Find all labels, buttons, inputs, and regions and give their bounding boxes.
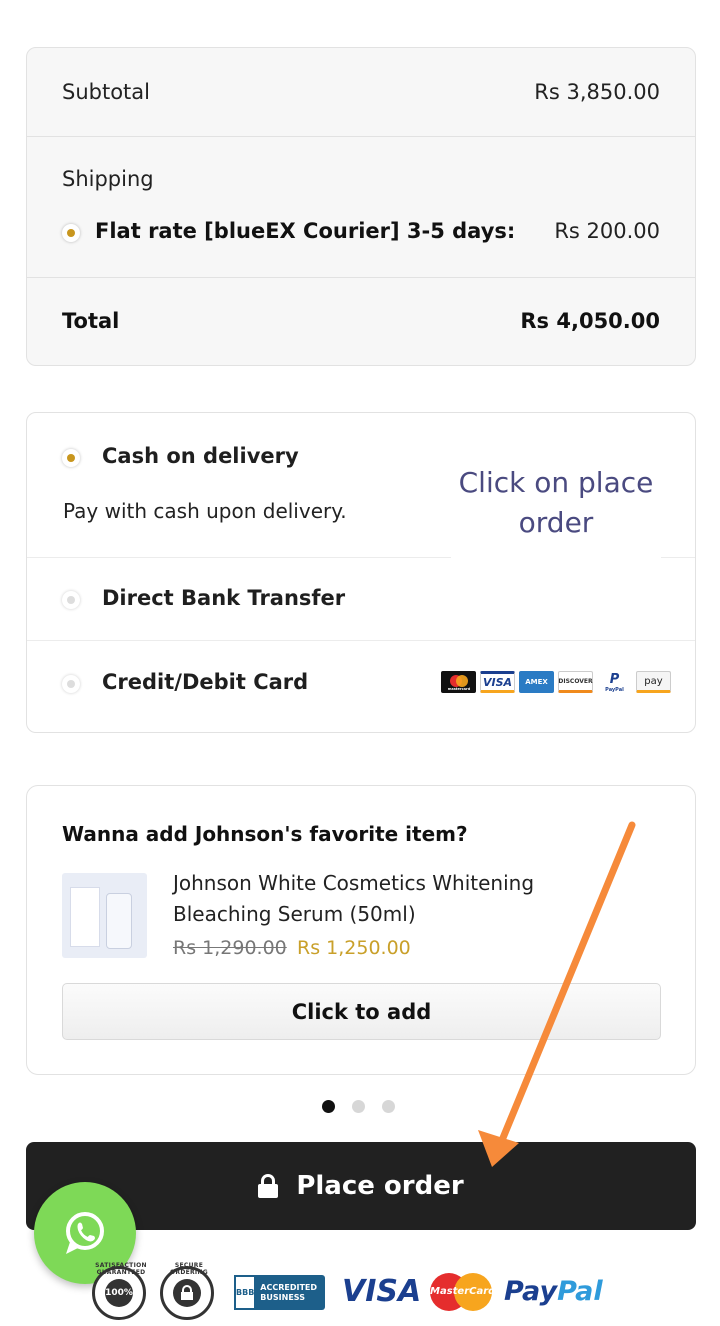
payment-option-card[interactable]: Credit/Debit Card bbox=[102, 670, 308, 694]
bbb-badge: BBB ACCREDITED BUSINESS bbox=[234, 1275, 325, 1310]
payment-option-bank-transfer[interactable]: Direct Bank Transfer bbox=[102, 586, 345, 610]
subtotal-label: Subtotal bbox=[62, 80, 150, 104]
lock-icon bbox=[173, 1279, 201, 1307]
shipping-radio[interactable] bbox=[62, 224, 80, 242]
product-name[interactable]: Johnson White Cosmetics Whitening Bleach… bbox=[173, 868, 613, 930]
place-order-label: Place order bbox=[296, 1171, 464, 1201]
carousel-dot[interactable] bbox=[382, 1100, 395, 1113]
visa-icon: VISA bbox=[480, 671, 515, 693]
click-to-add-button[interactable]: Click to add bbox=[62, 983, 661, 1040]
subtotal-row: Subtotal Rs 3,850.00 bbox=[27, 48, 695, 137]
cod-description: Pay with cash upon delivery. bbox=[63, 499, 347, 523]
paypal-logo: PayPal bbox=[504, 1276, 603, 1307]
mastercard-icon: mastercard bbox=[441, 671, 476, 693]
product-image bbox=[62, 873, 147, 958]
carousel-dot[interactable] bbox=[352, 1100, 365, 1113]
subtotal-value: Rs 3,850.00 bbox=[534, 80, 660, 104]
upsell-title: Wanna add Johnson's favorite item? bbox=[62, 822, 468, 846]
svg-text:mastercard: mastercard bbox=[447, 687, 470, 691]
amex-icon: AMEX bbox=[519, 671, 554, 693]
shipping-label: Shipping bbox=[62, 167, 154, 191]
card-radio[interactable] bbox=[62, 675, 80, 693]
satisfaction-badge-text: SATISFACTION GUARANTEED bbox=[95, 1262, 147, 1276]
lock-icon bbox=[258, 1174, 279, 1198]
carousel-dot[interactable] bbox=[322, 1100, 335, 1113]
product-old-price: Rs 1,290.00 bbox=[173, 937, 287, 959]
card-icons: mastercard VISA AMEX DISCOVER P PayPal pa… bbox=[441, 671, 671, 695]
amazon-pay-icon: pay bbox=[636, 671, 671, 693]
divider bbox=[27, 640, 695, 641]
upsell-panel: Wanna add Johnson's favorite item? Johns… bbox=[26, 785, 696, 1075]
bank-transfer-radio[interactable] bbox=[62, 591, 80, 609]
carousel-dots bbox=[322, 1100, 395, 1113]
total-row: Total Rs 4,050.00 bbox=[27, 278, 695, 366]
shipping-value: Rs 200.00 bbox=[554, 219, 660, 243]
payment-option-cod[interactable]: Cash on delivery bbox=[102, 444, 299, 468]
total-value: Rs 4,050.00 bbox=[520, 309, 660, 333]
trust-badges: 100% SATISFACTION GUARANTEED SECURE ORDE… bbox=[92, 1262, 652, 1322]
order-totals-panel: Subtotal Rs 3,850.00 Shipping Flat rate … bbox=[26, 47, 696, 366]
instruction-note: Click on place order bbox=[451, 463, 661, 558]
visa-logo: VISA bbox=[342, 1274, 422, 1309]
shipping-method-label: Flat rate [blueEX Courier] 3-5 days: bbox=[95, 219, 516, 243]
mastercard-logo: MasterCard bbox=[430, 1272, 495, 1312]
cod-radio[interactable] bbox=[62, 449, 80, 467]
discover-icon: DISCOVER bbox=[558, 671, 593, 693]
product-new-price: Rs 1,250.00 bbox=[297, 937, 411, 959]
total-label: Total bbox=[62, 309, 120, 333]
paypal-icon: P PayPal bbox=[597, 671, 632, 693]
secure-badge-text: SECURE ORDERING bbox=[170, 1262, 208, 1276]
payment-methods-panel: Cash on delivery Pay with cash upon deli… bbox=[26, 412, 696, 733]
shipping-row: Shipping Flat rate [blueEX Courier] 3-5 … bbox=[27, 137, 695, 278]
